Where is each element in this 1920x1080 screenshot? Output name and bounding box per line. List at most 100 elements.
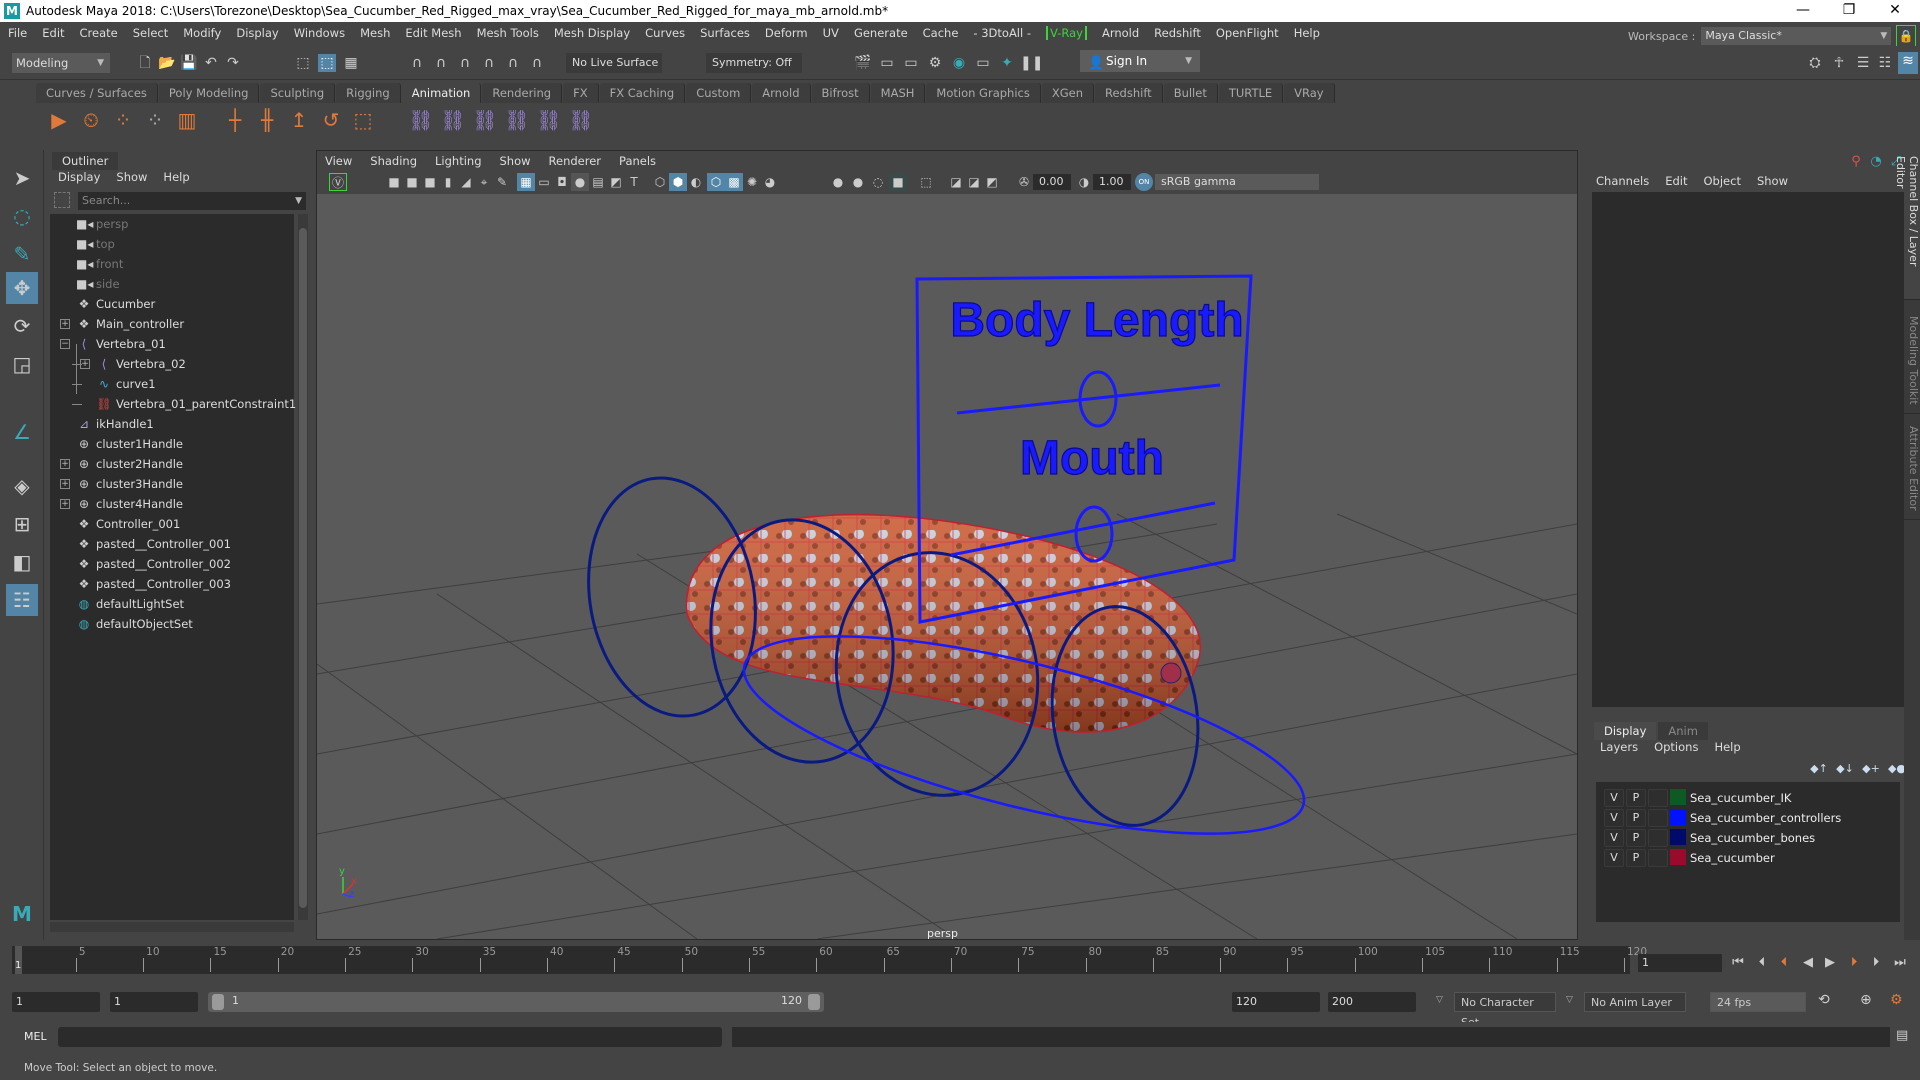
layer-row[interactable]: V P Sea_cucumber <box>1600 848 1900 868</box>
layers-menu-layers[interactable]: Layers <box>1600 740 1638 754</box>
layer-name[interactable]: Sea_cucumber <box>1690 848 1775 868</box>
menu-edit[interactable]: Edit <box>42 26 64 40</box>
menu-mesh-display[interactable]: Mesh Display <box>554 26 630 40</box>
sign-in-button[interactable]: 👤 Sign In <box>1080 50 1200 72</box>
script-editor-icon[interactable]: ▤ <box>1896 1028 1908 1043</box>
display-type-toggle[interactable] <box>1648 789 1668 807</box>
shelf-tab-poly-modeling[interactable]: Poly Modeling <box>158 83 260 103</box>
shelf-tab-animation[interactable]: Animation <box>401 83 482 103</box>
shelf-tab-fx-caching[interactable]: FX Caching <box>599 83 686 103</box>
grease-pencil-icon[interactable]: ✎ <box>493 173 511 191</box>
menu-uv[interactable]: UV <box>823 26 839 40</box>
shadows-icon[interactable]: ◕ <box>761 173 779 191</box>
camera-attr-icon[interactable]: ■ <box>421 173 439 191</box>
go-to-end-icon[interactable]: ⏭ <box>1890 954 1910 972</box>
layer-name[interactable]: Sea_cucumber_controllers <box>1690 808 1841 828</box>
image-plane-icon[interactable]: ◢ <box>457 173 475 191</box>
shelf-tab-curves-surfaces[interactable]: Curves / Surfaces <box>36 83 158 103</box>
shelf-tab-rigging[interactable]: Rigging <box>336 83 401 103</box>
character-set-arrow-icon[interactable]: ▽ <box>1436 995 1443 1005</box>
visibility-toggle[interactable]: V <box>1604 829 1624 847</box>
menu-3dtoall[interactable]: - 3DtoAll - <box>973 26 1031 40</box>
prev-key-icon[interactable]: ⏴ <box>1774 954 1794 972</box>
close-button[interactable]: ✕ <box>1872 0 1918 22</box>
layer-tab-anim[interactable]: Anim <box>1658 722 1708 740</box>
channel-box-icon[interactable]: ≋ <box>1898 52 1918 74</box>
lock-icon[interactable]: 🔒 <box>1896 25 1916 47</box>
tab-attribute-editor[interactable]: Attribute Editor <box>1904 420 1920 520</box>
manipulator-icon[interactable]: ⚲ <box>1846 154 1866 169</box>
render-setup-icon[interactable]: ▭ <box>974 54 992 72</box>
render-frame-icon[interactable]: ▭ <box>878 54 896 72</box>
expand-icon[interactable]: + <box>60 479 70 489</box>
play-backward-icon[interactable]: ◀ <box>1798 954 1818 972</box>
wireframe-icon[interactable]: ⬡ <box>651 173 669 191</box>
shelf-tab-motion-graphics[interactable]: Motion Graphics <box>926 83 1041 103</box>
isolate-select-icon[interactable]: ⬚ <box>917 173 935 191</box>
smooth-shade-icon[interactable]: ⬢ <box>669 173 687 191</box>
visibility-toggle[interactable]: V <box>1604 849 1624 867</box>
menu-cache[interactable]: Cache <box>923 26 959 40</box>
visibility-toggle[interactable]: V <box>1604 789 1624 807</box>
tool-settings-icon[interactable]: ☷ <box>1876 54 1894 72</box>
shelf-tab-arnold[interactable]: Arnold <box>752 83 811 103</box>
view-transform-dropdown[interactable]: sRGB gamma <box>1155 174 1319 190</box>
rotate-tool-icon[interactable]: ⟳ <box>6 310 38 342</box>
pole-vector-constraint-icon[interactable]: ⛓ <box>568 107 594 133</box>
play-forward-icon[interactable]: ▶ <box>1820 954 1840 972</box>
last-tool-icon[interactable]: ∠ <box>6 416 38 448</box>
viewport-menu-panels[interactable]: Panels <box>619 154 656 168</box>
layer-name[interactable]: Sea_cucumber_IK <box>1690 788 1791 808</box>
textured-icon[interactable]: ▩ <box>725 173 743 191</box>
viewport-menu-renderer[interactable]: Renderer <box>549 154 602 168</box>
viewport-canvas[interactable]: Body Length Mouth y x z persp <box>317 194 1577 939</box>
select-tool-icon[interactable]: ➤ <box>6 162 38 194</box>
attribute-editor-icon[interactable]: ☰ <box>1854 54 1872 72</box>
menu-select[interactable]: Select <box>133 26 168 40</box>
outliner-tab[interactable]: Outliner <box>52 152 119 170</box>
character-controls-icon[interactable]: ☥ <box>1830 54 1848 72</box>
menu-surfaces[interactable]: Surfaces <box>700 26 750 40</box>
menu-arnold[interactable]: Arnold <box>1102 26 1139 40</box>
wireframe-on-shaded-icon[interactable]: ⬡ <box>707 173 725 191</box>
playback-end-field[interactable]: 120 <box>1232 992 1320 1012</box>
2d-pan-zoom-icon[interactable]: ⌖ <box>475 173 493 191</box>
aim-constraint-icon[interactable]: ⛓ <box>536 107 562 133</box>
shelf-tab-xgen[interactable]: XGen <box>1041 83 1094 103</box>
render-view-icon[interactable]: 🎬 <box>854 54 872 72</box>
ipr-render-icon[interactable]: ▭ <box>902 54 920 72</box>
motion-blur-icon[interactable]: ● <box>849 173 867 191</box>
snap-curve-icon[interactable]: ∩ <box>432 54 450 72</box>
snap-live-icon[interactable]: ∩ <box>528 54 546 72</box>
create-keyframe-icon[interactable]: ▥ <box>174 107 200 133</box>
resolution-gate-icon[interactable]: ◘ <box>553 173 571 191</box>
channels-menu-show[interactable]: Show <box>1757 174 1788 188</box>
channels-menu-channels[interactable]: Channels <box>1596 174 1649 188</box>
hypershade-icon[interactable]: ◉ <box>950 54 968 72</box>
new-layer-icon[interactable]: ◆+ <box>1858 762 1884 775</box>
snap-surface-icon[interactable]: ∩ <box>504 54 522 72</box>
step-back-icon[interactable]: ⏴ <box>1752 954 1772 972</box>
scale-constraint-icon[interactable]: ⛓ <box>504 107 530 133</box>
redo-icon[interactable]: ↷ <box>224 54 242 72</box>
time-slider-bar[interactable]: 1 5 10 15 20 25 30 35 40 45 50 55 60 65 70 75 80 85 90 95 1… <box>12 946 1647 974</box>
playback-start-field[interactable]: 1 <box>110 992 198 1012</box>
field-chart-icon[interactable]: ▤ <box>589 173 607 191</box>
go-to-start-icon[interactable]: ⏮ <box>1728 954 1748 972</box>
outliner-vscrollbar[interactable] <box>298 214 308 920</box>
shelf-tab-custom[interactable]: Custom <box>686 83 752 103</box>
snap-point-icon[interactable]: ∩ <box>456 54 474 72</box>
film-gate-icon[interactable]: ▭ <box>535 173 553 191</box>
range-start-handle[interactable] <box>212 994 224 1010</box>
modeling-toolkit-icon[interactable]: ⛭ <box>1806 54 1824 72</box>
channels-menu-edit[interactable]: Edit <box>1665 174 1687 188</box>
camera-select-icon[interactable]: ■ <box>385 173 403 191</box>
select-hierarchy-icon[interactable]: ⬚ <box>294 54 312 72</box>
menu-windows[interactable]: Windows <box>294 26 345 40</box>
gate-mask-icon[interactable]: ● <box>571 173 589 191</box>
point-constraint-icon[interactable]: ⛓ <box>440 107 466 133</box>
menu-deform[interactable]: Deform <box>765 26 808 40</box>
anim-layer-dropdown[interactable]: No Anim Layer <box>1584 992 1686 1012</box>
undo-icon[interactable]: ↶ <box>202 54 220 72</box>
playback-toggle[interactable]: P <box>1626 829 1646 847</box>
